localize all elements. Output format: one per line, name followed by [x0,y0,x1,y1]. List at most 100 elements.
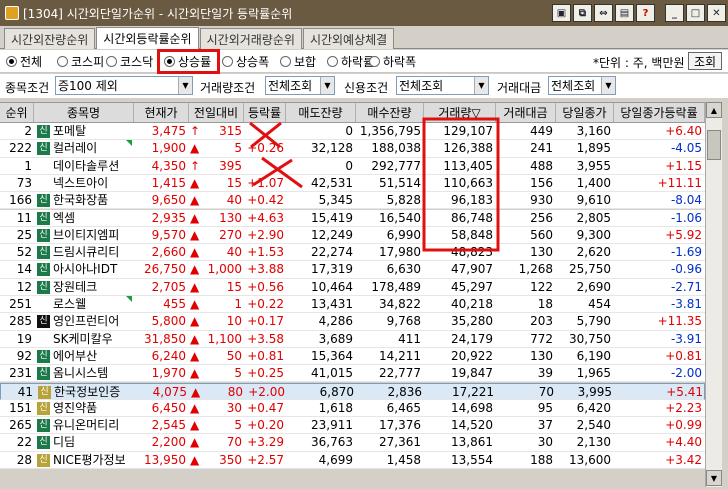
tab-ah-remaining-rank[interactable]: 시간외잔량순위 [4,28,96,49]
table-row[interactable]: 92 신 에어부산 6,240 ▲ 50 +0.81 15,364 14,211 20,922 13… [0,347,705,366]
amount-cell: 1,268 [518,262,553,277]
radio-market-kosdaq[interactable]: 코스닥 [106,53,153,70]
amount-cell: 560 [530,227,553,242]
table-row[interactable]: 11 신 엑셈 2,935 ▲ 130 +4.63 15,419 16,540 86,748 256… [0,209,705,227]
radio-sort-fall-rate[interactable]: 하락률 [327,53,374,70]
close-price-cell: 25,750 [569,262,611,277]
transfer-icon[interactable]: ⇔ [594,4,613,22]
col-buy-remain[interactable]: 매수잔량 [356,103,424,122]
col-amount[interactable]: 거래대금 [496,103,556,122]
buy-remain-cell: 188,038 [371,141,421,156]
radio-sort-fall-amount[interactable]: 하락폭 [369,53,416,70]
link-window-icon[interactable]: ▣ [552,4,571,22]
amount-cell: 70 [538,384,554,399]
col-name[interactable]: 종목명 [34,103,134,122]
credit-badge: 신 [37,436,50,450]
amount-cell: 18 [537,297,553,311]
table-row[interactable]: 52 신 드림시큐리티 2,660 ▲ 40 +1.53 22,274 17,980 48,823… [0,244,705,262]
volume-cond-select[interactable]: 전체조회 ▼ [265,76,335,95]
minimize-icon[interactable]: _ [665,4,684,22]
table-row[interactable]: 285 신 영인프런티어 5,800 ▲ 10 +0.17 4,286 9,768 35,280 2… [0,313,705,331]
price-cell: 2,545 [151,418,186,433]
table-row[interactable]: 28 신 NICE평가정보 13,950 ▲ 350 +2.57 4,699 1,458 13,5… [0,451,705,469]
credit-badge: 신 [37,211,50,225]
price-cell: 1,900 [151,141,186,156]
volume-cell: 24,179 [451,331,493,346]
buy-remain-cell: 17,980 [379,245,421,260]
table-row[interactable]: 41 신 한국정보인증 4,075 ▲ 80 +2.00 6,870 2,836 17,221 70… [0,382,705,400]
credit-badge: 신 [37,142,50,156]
col-close-rate[interactable]: 당일종가등락률 [614,103,705,122]
table-row[interactable]: 1 데이타솔루션 4,350 ↑ 395 0 292,777 113,405 488 3,955 +… [0,157,705,175]
credit-cond-select[interactable]: 전체조회 ▼ [396,76,489,95]
volume-cond-label: 거래량조건 [200,81,256,95]
diff-cell: 5 [234,418,242,433]
inquiry-button[interactable]: 조회 [688,52,722,70]
table-row[interactable]: 2 신 포메탈 3,475 ↑ 315 0 1,356,795 129,107 449 3,160 +… [0,123,705,141]
tab-ah-expected-exec[interactable]: 시간외예상체결 [302,28,395,49]
table-row[interactable]: 231 신 옴니시스템 1,970 ▲ 5 +0.25 41,015 22,777 19,847 3… [0,365,705,383]
stock-name-cell: 브이티지엠피 [53,227,120,242]
price-cell: 5,800 [151,314,186,329]
table-row[interactable]: 251 로스웰 455 ▲ 1 +0.22 13,431 34,822 40,218 18 454-… [0,296,705,314]
rank-cell: 285 [9,314,32,329]
col-diff[interactable]: 전일대비 [189,103,244,122]
col-sell-remain[interactable]: 매도잔량 [286,103,356,122]
print-icon[interactable]: ▤ [615,4,634,22]
tab-ah-change-rate-rank[interactable]: 시간외등락률순위 [96,27,199,49]
col-price[interactable]: 현재가 [134,103,189,122]
close-price-cell: 5,790 [576,314,611,329]
table-row[interactable]: 222 신 컬러레이 1,900 ▲ 5 +0.26 32,128 188,038 126,388… [0,140,705,158]
buy-remain-cell: 411 [398,331,421,346]
table-row[interactable]: 12 신 장원테크 2,705 ▲ 15 +0.56 10,464 178,489 45,297 1… [0,278,705,296]
table-row[interactable]: 14 신 아시아나IDT 26,750 ▲ 1,000 +3.88 17,319 6,630 47… [0,261,705,279]
jongmok-select[interactable]: 증100 제외 ▼ [55,76,193,95]
table-row[interactable]: 265 신 유니온머티리 2,545 ▲ 5 +0.20 23,911 17,376 14,520… [0,417,705,435]
col-rank[interactable]: 순위 [0,103,34,122]
radio-sort-flat[interactable]: 보합 [280,53,316,70]
col-close[interactable]: 당일종가 [556,103,614,122]
rank-cell: 92 [16,348,32,363]
table-row[interactable]: 19 SK케미칼우 31,850 ▲ 1,100 +3.58 3,689 411 24,179 7… [0,330,705,348]
table-row[interactable]: 151 신 영진약품 6,450 ▲ 30 +0.47 1,618 6,465 14,698 95 6… [0,399,705,418]
tab-ah-volume-rank[interactable]: 시간외거래량순위 [199,28,302,49]
scroll-thumb[interactable] [707,130,721,160]
table-row[interactable]: 73 넥스트아이 1,415 ▲ 15 +1.07 42,531 51,514 110,663 1… [0,174,705,193]
rate-cell [244,123,284,140]
rank-cell: 11 [16,210,32,225]
scroll-down-icon[interactable]: ▼ [706,470,722,486]
table-row[interactable]: 25 신 브이티지엠피 9,570 ▲ 270 +2.90 12,249 6,990 58,848… [0,226,705,245]
app-icon [5,6,19,20]
close-rate-cell: -2.71 [670,279,702,294]
scroll-up-icon[interactable]: ▲ [706,102,722,118]
radio-market-kospi[interactable]: 코스피 [57,53,104,70]
table-row[interactable]: 166 신 한국화장품 9,650 ▲ 40 +0.42 5,345 5,828 96,183 93… [0,192,705,210]
diff-cell: 315 [219,124,242,138]
rank-cell: 28 [16,452,32,467]
radio-market-all[interactable]: 전체 [6,53,42,70]
price-cell: 26,750 [144,262,186,277]
rank-cell: 52 [16,245,32,260]
amount-cond-select[interactable]: 전체조회 ▼ [548,76,616,95]
maximize-icon[interactable]: □ [686,4,705,22]
help-icon[interactable]: ? [636,4,655,22]
radio-sort-rise-amount[interactable]: 상승폭 [222,53,269,70]
close-price-cell: 2,690 [576,279,611,294]
diff-cell: 40 [226,193,242,208]
col-rate[interactable]: 등락률 [244,103,286,122]
vertical-scrollbar[interactable]: ▲ ▼ [705,102,722,487]
close-icon[interactable]: ✕ [707,4,726,22]
diff-cell: 30 [226,400,242,415]
buy-remain-cell: 9,768 [386,314,421,329]
buy-remain-cell: 1,458 [386,452,421,467]
close-rate-cell: +6.40 [665,124,702,138]
volume-cell: 45,297 [451,279,493,294]
tab-strip: 시간외잔량순위 시간외등락률순위 시간외거래량순위 시간외예상체결 [0,27,728,49]
table-row[interactable]: 22 신 디딤 2,200 ▲ 70 +3.29 36,763 27,361 13,861 30 2,… [0,434,705,452]
amount-cell: 772 [530,331,553,346]
diff-cell: 5 [234,366,242,381]
sell-remain-cell: 13,431 [311,297,353,311]
tile-window-icon[interactable]: ⧉ [573,4,592,22]
rate-cell: +1.07 [247,175,284,190]
col-volume[interactable]: 거래량▽ [424,103,496,122]
